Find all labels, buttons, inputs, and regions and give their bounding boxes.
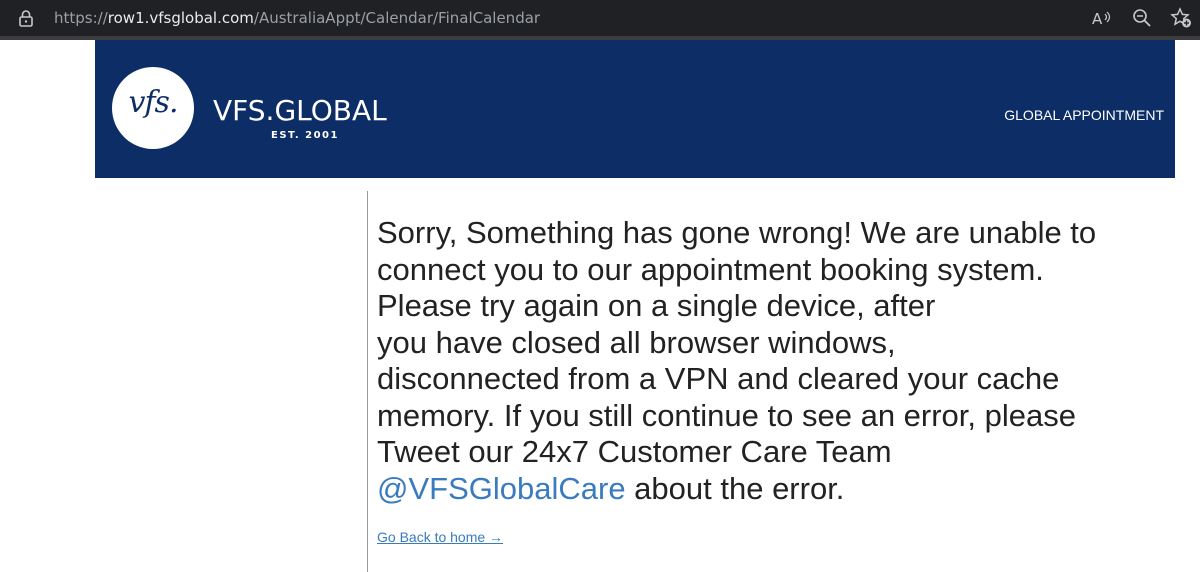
vfs-logo[interactable]: vfs. [112, 67, 194, 149]
browser-address-bar: https://row1.vfsglobal.com/AustraliaAppt… [0, 0, 1200, 36]
favorites-add-icon[interactable] [1170, 7, 1192, 29]
zoom-icon[interactable] [1131, 7, 1153, 29]
url-prefix: https:// [54, 9, 108, 27]
go-back-home-link[interactable]: Go Back to home → [377, 529, 503, 545]
error-line: Sorry, Something has gone wrong! We are … [377, 215, 1097, 250]
twitter-handle-link[interactable]: @VFSGlobalCare [377, 471, 626, 506]
nav-global-appointment[interactable]: GLOBAL APPOINTMENT [1004, 107, 1164, 123]
logo-mark: vfs. [128, 85, 179, 120]
logo-established: EST. 2001 [271, 130, 339, 141]
header-banner: vfs. VFS.GLOBAL EST. 2001 GLOBAL APPOINT… [95, 40, 1175, 178]
error-message: Sorry, Something has gone wrong! We are … [377, 215, 1177, 507]
error-line: you have closed all browser windows, [377, 324, 896, 360]
error-line-tail: about the error. [625, 470, 845, 506]
error-line: memory. If you still continue to see an … [377, 397, 1076, 433]
error-line: Please try again on a single device, aft… [377, 288, 936, 323]
address-url[interactable]: https://row1.vfsglobal.com/AustraliaAppt… [54, 9, 540, 27]
url-path: /AustraliaAppt/Calendar/FinalCalendar [253, 9, 541, 27]
read-aloud-icon[interactable]: A [1090, 8, 1112, 30]
url-host: row1.vfsglobal.com [107, 9, 254, 27]
error-line-last: @VFSGlobalCare about the error. [377, 471, 1177, 508]
lock-icon[interactable] [16, 8, 36, 28]
content-divider [367, 191, 368, 572]
error-line: connect you to our appointment booking s… [377, 251, 1044, 287]
error-line: disconnected from a VPN and cleared your… [377, 361, 1060, 396]
logo-name: VFS.GLOBAL [213, 94, 387, 127]
error-line: Tweet our 24x7 Customer Care Team [377, 434, 892, 469]
svg-text:A: A [1092, 10, 1103, 28]
